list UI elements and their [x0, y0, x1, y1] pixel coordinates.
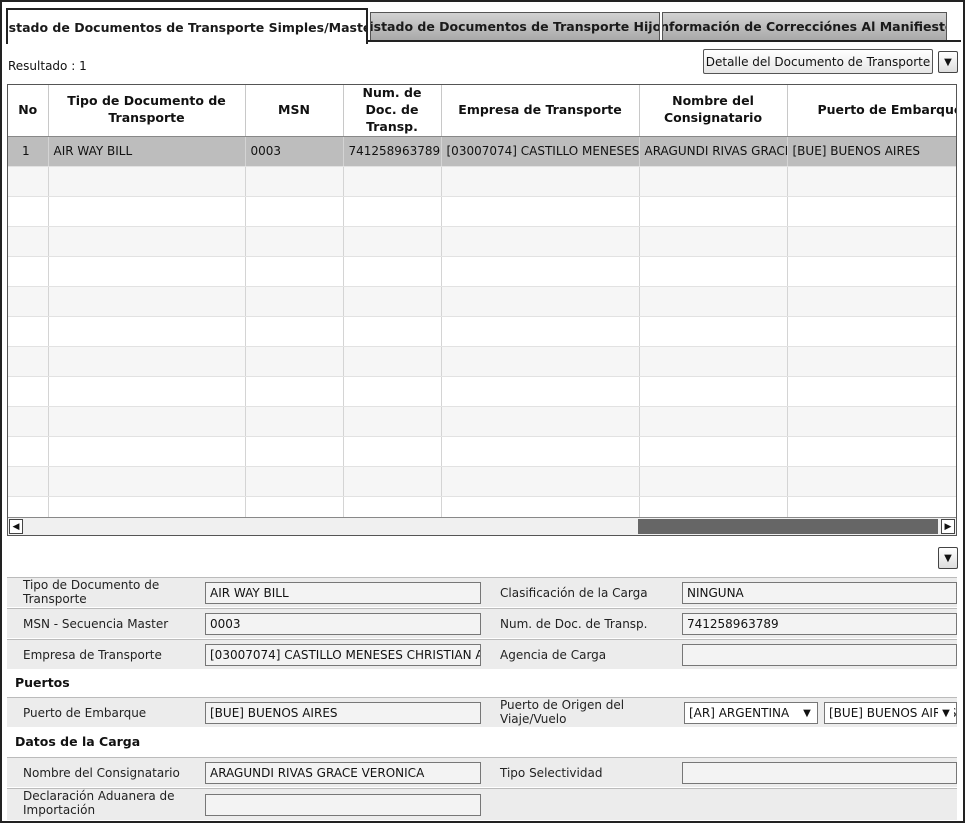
result-count: Resultado : 1 [8, 59, 87, 73]
empty-row [8, 466, 956, 497]
tab-simples-master[interactable]: Listado de Documentos de Transporte Simp… [6, 8, 368, 44]
empty-row [8, 346, 956, 377]
chevron-down-icon[interactable]: ▼ [938, 51, 958, 73]
empty-row [8, 436, 956, 467]
chevron-down-icon[interactable]: ▼ [799, 705, 815, 721]
form-row: Empresa de Transporte [03007074] CASTILL… [7, 639, 957, 669]
field-label: MSN - Secuencia Master [23, 617, 169, 631]
empty-row [8, 406, 956, 437]
table-cell: [03007074] CASTILLO MENESES CHRISTIAN [441, 136, 640, 167]
form-row: MSN - Secuencia Master 0003 Num. de Doc.… [7, 608, 957, 638]
field-label: Tipo de Documento de Transporte [23, 578, 160, 606]
field-label: Declaración Aduanera de Importación [23, 789, 175, 817]
empresa-field[interactable]: [03007074] CASTILLO MENESES CHRISTIAN AL [205, 644, 481, 666]
column-header[interactable]: Empresa de Transporte [441, 85, 640, 137]
num-doc-field[interactable]: 741258963789 [682, 613, 957, 635]
table-cell: AIR WAY BILL [48, 136, 246, 167]
empty-row [8, 316, 956, 347]
tab-correcciones[interactable]: Información de Correcciónes Al Manifiest… [662, 12, 947, 40]
arrow-left-icon[interactable]: ◀ [9, 519, 23, 534]
scrollbar-thumb[interactable] [638, 519, 938, 534]
column-header[interactable]: No [8, 85, 49, 137]
tab-hijos[interactable]: Listado de Documentos de Transporte Hijo… [370, 12, 660, 40]
form-row: Nombre del Consignatario ARAGUNDI RIVAS … [7, 757, 957, 787]
field-label: Agencia de Carga [500, 648, 607, 662]
section-title-puertos: Puertos [15, 675, 70, 690]
form-row: Tipo de Documento de Transporte AIR WAY … [7, 577, 957, 607]
arrow-right-icon[interactable]: ▶ [941, 519, 955, 534]
chevron-down-icon[interactable]: ▼ [938, 705, 954, 721]
empty-row [8, 166, 956, 197]
tipo-doc-field[interactable]: AIR WAY BILL [205, 582, 481, 604]
consignatario-field[interactable]: ARAGUNDI RIVAS GRACE VERONICA [205, 762, 481, 784]
empty-row [8, 196, 956, 227]
field-label: Tipo Selectividad [500, 766, 603, 780]
table-cell: [BUE] BUENOS AIRES [787, 136, 956, 167]
detail-button[interactable]: Detalle del Documento de Transporte [703, 49, 933, 74]
select-value: [AR] ARGENTINA [689, 706, 790, 720]
table-cell: 1 [8, 136, 49, 167]
empty-row [8, 256, 956, 287]
empty-row [8, 226, 956, 257]
field-label: Puerto de Embarque [23, 706, 147, 720]
field-label: Nombre del Consignatario [23, 766, 180, 780]
chevron-down-icon[interactable]: ▼ [938, 547, 958, 569]
column-header[interactable]: Tipo de Documento de Transporte [48, 85, 246, 137]
declaracion-field[interactable] [205, 794, 481, 816]
embarque-field[interactable]: [BUE] BUENOS AIRES [205, 702, 481, 724]
table-header-row: No Tipo de Documento de Transporte MSN N… [8, 85, 956, 137]
table-cell: 0003 [245, 136, 344, 167]
form-row: Puerto de Embarque [BUE] BUENOS AIRES Pu… [7, 697, 957, 727]
section-title-carga: Datos de la Carga [15, 734, 141, 749]
table-cell: ARAGUNDI RIVAS GRACE VERONICA [639, 136, 788, 167]
column-header[interactable]: MSN [245, 85, 344, 137]
table-row[interactable]: 1 AIR WAY BILL 0003 741258963789 [030070… [8, 136, 956, 167]
documents-grid: No Tipo de Documento de Transporte MSN N… [7, 84, 957, 536]
origen-port-select[interactable]: [BUE] BUENOS AIRES ▼ [824, 702, 957, 724]
field-label: Empresa de Transporte [23, 648, 162, 662]
clasificacion-field[interactable]: NINGUNA [682, 582, 957, 604]
table-cell: 741258963789 [343, 136, 442, 167]
agencia-field[interactable] [682, 644, 957, 666]
selectividad-field[interactable] [682, 762, 957, 784]
empty-row [8, 376, 956, 407]
origen-country-select[interactable]: [AR] ARGENTINA ▼ [684, 702, 818, 724]
form-row: Declaración Aduanera de Importación [7, 788, 957, 820]
column-header[interactable]: Nombre del Consignatario [639, 85, 788, 137]
msn-field[interactable]: 0003 [205, 613, 481, 635]
field-label: Clasificación de la Carga [500, 586, 648, 600]
documents-table: No Tipo de Documento de Transporte MSN N… [8, 85, 956, 527]
tab-bar: Listado de Documentos de Transporte Simp… [6, 8, 961, 44]
empty-row [8, 286, 956, 317]
column-header[interactable]: Puerto de Embarque [787, 85, 956, 137]
field-label: Num. de Doc. de Transp. [500, 617, 648, 631]
field-label: Puerto de Origen del Viaje/Vuelo [500, 698, 625, 726]
column-header[interactable]: Num. de Doc. de Transp. [343, 85, 442, 137]
horizontal-scrollbar[interactable]: ◀ ▶ [8, 517, 956, 535]
